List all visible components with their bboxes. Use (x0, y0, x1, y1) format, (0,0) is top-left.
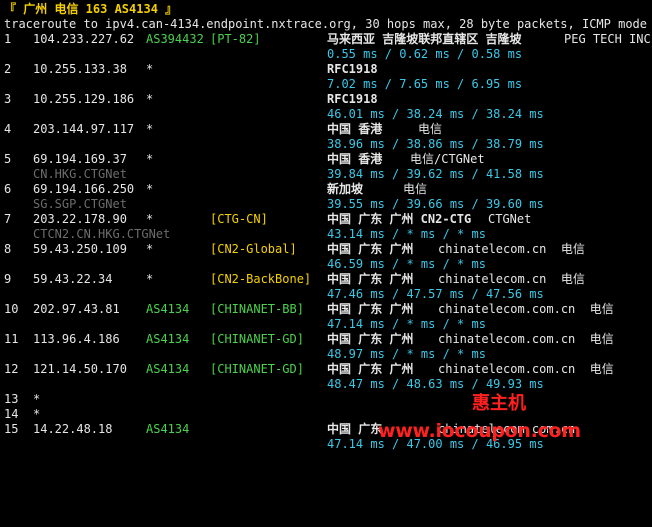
hop-asn: AS4134 (146, 302, 190, 316)
hop-ip: 203.22.178.90 (33, 212, 127, 226)
hop-tag: [CHINANET-BB] (210, 302, 304, 316)
hop-ip: 104.233.227.62 (33, 32, 135, 46)
hop-rtt: 46.59 ms / * ms / * ms (327, 257, 486, 271)
hop-org: chinatelecom.com.cn 电信 (438, 302, 614, 316)
hop-row-detail: CN.HKG.CTGNet 39.84 ms / 39.62 ms / 41.5… (0, 167, 652, 182)
hop-tag: [CHINANET-GD] (210, 332, 304, 346)
hop-org: PEG TECH INC (564, 32, 651, 46)
hop-ip: 10.255.129.186 (33, 92, 135, 106)
hop-geo: 新加坡 (327, 182, 364, 196)
hop-org: chinatelecom.com.cn 电信 (438, 332, 614, 346)
hop-geo: 马来西亚 吉隆坡联邦直辖区 吉隆坡 (327, 32, 522, 46)
hop-number: 4 (4, 122, 12, 136)
hop-ip: 59.43.22.34 (33, 272, 113, 286)
hop-rtt: 0.55 ms / 0.62 ms / 0.58 ms (327, 47, 523, 61)
hop-ip: 113.96.4.186 (33, 332, 120, 346)
hop-rdns: CTCN2.CN.HKG.CTGNet (33, 227, 171, 241)
hop-rtt: 38.96 ms / 38.86 ms / 38.79 ms (327, 137, 544, 151)
hop-rtt: 7.02 ms / 7.65 ms / 6.95 ms (327, 77, 523, 91)
hop-tag: [PT-82] (210, 32, 261, 46)
hop-number: 1 (4, 32, 12, 46)
hop-asn: * (146, 272, 154, 286)
hop-org: chinatelecom.cn 电信 (438, 272, 585, 286)
hop-geo: 中国 广东 (327, 422, 383, 436)
hop-rtt: 46.01 ms / 38.24 ms / 38.24 ms (327, 107, 544, 121)
hop-ip: 14.22.48.18 (33, 422, 113, 436)
hop-row: 15 14.22.48.18 AS4134 中国 广东 chinatelecom… (0, 422, 575, 527)
hop-row-detail: SG.SGP.CTGNet 39.55 ms / 39.66 ms / 39.6… (0, 197, 652, 212)
hop-number: 13 (4, 392, 19, 406)
watermark-brand: 惠主机 (472, 393, 526, 414)
hop-number: 11 (4, 332, 19, 346)
hop-number: 6 (4, 182, 12, 196)
hop-rtt: 48.97 ms / * ms / * ms (327, 347, 486, 361)
terminal-window[interactable]: 『 广州 电信 163 AS4134 』 traceroute to ipv4.… (0, 0, 652, 460)
hop-rtt: 39.84 ms / 39.62 ms / 41.58 ms (327, 167, 544, 181)
hop-rdns: SG.SGP.CTGNet (33, 197, 127, 211)
hop-ip: 69.194.166.250 (33, 182, 135, 196)
hop-geo: 中国 广东 广州 (327, 332, 414, 346)
hop-number: 8 (4, 242, 12, 256)
hop-geo: 中国 广东 广州 (327, 272, 414, 286)
hop-org: chinatelecom.cn 电信 (438, 242, 585, 256)
hop-asn: AS4134 (146, 362, 190, 376)
hop-geo: 中国 香港 (327, 152, 383, 166)
hop-ip: 59.43.250.109 (33, 242, 127, 256)
hop-asn: * (146, 62, 154, 76)
hop-ip: 203.144.97.117 (33, 122, 135, 136)
hop-tag: [CN2-Global] (210, 242, 297, 256)
hop-number: 15 (4, 422, 19, 436)
hop-asn: * (146, 152, 154, 166)
hop-ip: * (33, 392, 41, 406)
hop-number: 5 (4, 152, 12, 166)
hop-ip: 69.194.169.37 (33, 152, 127, 166)
hop-rtt: 47.14 ms / * ms / * ms (327, 317, 486, 331)
trace-title: 『 广州 电信 163 AS4134 』 (4, 2, 178, 16)
hop-org: 电信 (418, 122, 443, 136)
hop-number: 3 (4, 92, 12, 106)
hop-asn: * (146, 92, 154, 106)
hop-asn: AS394432 (146, 32, 204, 46)
hop-ip: 10.255.133.38 (33, 62, 127, 76)
hop-org: CTGNet (488, 212, 532, 226)
hop-row-detail: CTCN2.CN.HKG.CTGNet 43.14 ms / * ms / * … (0, 227, 652, 242)
hop-tag: [CTG-CN] (210, 212, 268, 226)
hop-geo: RFC1918 (327, 92, 378, 106)
hop-geo: 中国 广东 广州 (327, 242, 414, 256)
traceroute-command: traceroute to ipv4.can-4134.endpoint.nxt… (4, 17, 647, 31)
hop-rdns: CN.HKG.CTGNet (33, 167, 127, 181)
hop-asn: * (146, 242, 154, 256)
hop-number: 2 (4, 62, 12, 76)
hop-asn: * (146, 182, 154, 196)
hop-asn: AS4134 (146, 332, 190, 346)
hop-asn: * (146, 212, 154, 226)
hop-asn: * (146, 122, 154, 136)
hop-rtt: 43.14 ms / * ms / * ms (327, 227, 486, 241)
hop-geo: 中国 广东 广州 CN2-CTG (327, 212, 472, 226)
hop-tag: [CHINANET-GD] (210, 362, 304, 376)
hop-number: 10 (4, 302, 19, 316)
hop-number: 12 (4, 362, 19, 376)
hop-number: 7 (4, 212, 12, 226)
hop-geo: 中国 广东 广州 (327, 362, 414, 376)
hop-asn: AS4134 (146, 422, 190, 436)
hop-geo: RFC1918 (327, 62, 378, 76)
hop-ip: * (33, 407, 41, 421)
hop-org: 电信 (403, 182, 428, 196)
hop-rtt: 47.46 ms / 47.57 ms / 47.56 ms (327, 287, 544, 301)
hop-ip: 121.14.50.170 (33, 362, 127, 376)
hop-tag: [CN2-BackBone] (210, 272, 312, 286)
hop-ip: 202.97.43.81 (33, 302, 120, 316)
watermark-url: www.iocoupon.com (378, 420, 581, 442)
hop-number: 14 (4, 407, 19, 421)
hop-org: chinatelecom.com.cn 电信 (438, 362, 614, 376)
hop-org: 电信/CTGNet (410, 152, 485, 166)
hop-number: 9 (4, 272, 12, 286)
hop-geo: 中国 广东 广州 (327, 302, 414, 316)
hop-rtt: 48.47 ms / 48.63 ms / 49.93 ms (327, 377, 544, 391)
hop-rtt: 39.55 ms / 39.66 ms / 39.60 ms (327, 197, 544, 211)
hop-geo: 中国 香港 (327, 122, 383, 136)
